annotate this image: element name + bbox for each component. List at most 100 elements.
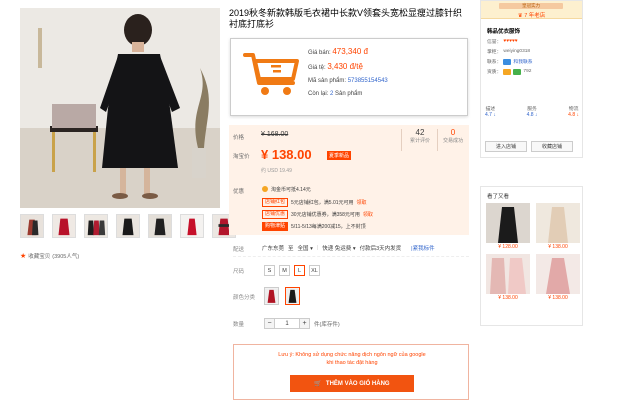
favorite-count: (3905人气)	[52, 254, 80, 260]
enter-shop-button[interactable]: 进入店铺	[485, 141, 527, 152]
thumbnail-4[interactable]	[116, 214, 140, 238]
reviews-label: 累计评价	[409, 138, 430, 144]
increment-button[interactable]: +	[299, 318, 310, 329]
score-description: 描述 4.7 ↓	[485, 105, 496, 118]
notice-line-2: khi thao tác đặt hàng	[326, 360, 378, 366]
size-option-s[interactable]: S	[264, 265, 275, 276]
add-to-cart-button[interactable]: 🛒 THÊM VÀO GIỎ HÀNG	[290, 375, 414, 392]
color-swatch-2[interactable]	[285, 287, 300, 305]
claim-link[interactable]: 领取	[357, 199, 367, 206]
ship-promise: 付款后3天内发货	[359, 246, 402, 252]
score-service: 服务 4.8 ↓	[527, 105, 538, 118]
row-label: 信誉：	[487, 40, 502, 45]
size-option-l[interactable]: L	[294, 265, 305, 276]
score-value: 4.8 ↓	[526, 112, 538, 118]
promo-label: 优惠	[233, 189, 245, 195]
reviews-stat[interactable]: 42 累计评价	[405, 128, 435, 144]
related-image	[486, 203, 530, 243]
promo-tag: 店铺红包	[262, 197, 289, 207]
promo-row-3: 购物津贴 5/11-5/13每满200减15，上不封顶	[262, 221, 366, 231]
related-panel: 看了又看 ¥ 128.00 ¥ 138.00 ¥ 138.00 ¥ 138.00	[480, 186, 583, 326]
ship-to-prefix: 至	[288, 246, 294, 252]
related-item[interactable]: ¥ 138.00	[486, 254, 530, 301]
promo-tag: 店铺优惠	[262, 209, 289, 219]
vn-info-box: Giá bán: 473,340 đ Giá tệ: 3,430 đ/tệ Mã…	[230, 38, 468, 116]
thumbnail-5[interactable]	[148, 214, 172, 238]
favorite-label: 收藏宝贝	[28, 254, 51, 260]
score-value: 4.7 ↓	[485, 112, 496, 118]
divider	[401, 129, 402, 151]
quantity-stepper: − 1 + 件(库存件)	[264, 318, 340, 329]
divider	[437, 129, 438, 151]
favorite-item[interactable]: ★ 收藏宝贝 (3905人气)	[20, 252, 79, 260]
price-label: Giá bán:	[308, 50, 331, 56]
related-item[interactable]: ¥ 128.00	[486, 203, 530, 250]
size-option-m[interactable]: M	[279, 265, 290, 276]
promo-text: 5/11-5/13每满200减15，上不封顶	[291, 223, 366, 230]
stock-label: Còn lại:	[308, 91, 329, 97]
related-price: ¥ 128.00	[498, 244, 518, 250]
price-panel: 价格 ¥ 168.00 淘宝价 ¥ 138.00 夏季新品 约 USD 19.4…	[229, 125, 469, 181]
ship-flag[interactable]: |紧我标件	[411, 244, 434, 252]
license-icon	[503, 68, 512, 75]
thumbnail-1[interactable]	[20, 214, 44, 238]
thumbnail-2[interactable]	[52, 214, 76, 238]
stock-count: 2	[330, 91, 334, 97]
stock-note: 件(库存件)	[314, 321, 340, 328]
size-label: 尺码	[233, 269, 245, 275]
ship-to: 全国	[297, 246, 309, 252]
score-logistics: 物流 4.8 ↓	[568, 105, 579, 118]
score-label: 描述	[485, 107, 496, 112]
shop-name[interactable]: 韩品优衣服饰	[487, 27, 520, 35]
thumbnail-3[interactable]	[84, 214, 108, 238]
size-option-xl[interactable]: XL	[309, 265, 320, 276]
shop-buttons: 进入店铺 收藏店铺	[485, 141, 573, 152]
usd-price: 约 USD 19.49	[261, 168, 292, 174]
cart-logo-icon	[243, 53, 299, 95]
chat-icon[interactable]	[503, 58, 512, 65]
code-label: Mã sản phẩm:	[308, 78, 347, 84]
thumbnail-6[interactable]	[180, 214, 204, 238]
claim-link[interactable]: 领取	[363, 211, 373, 218]
shipping-row: 广东东莞 至 全国 ▾ | 快递 免运费 ▾ 付款后3天内发货 |紧我标件	[262, 244, 435, 252]
shop-panel: 皇冠实力 ♛ 7 年老店 韩品优衣服饰 信誉： ♥♥♥♥♥ 掌柜： weiying0…	[480, 0, 583, 158]
code-value: 573855154543	[347, 78, 388, 84]
notice-line-1: Lưu ý: Không sử dụng chức năng dịch ngôn…	[278, 352, 426, 358]
stock-unit: Sản phẩm	[335, 91, 363, 97]
promo-price-label: 淘宝价	[233, 154, 250, 160]
original-price: ¥ 168.00	[261, 131, 289, 138]
coin-row: 淘金币可抵4.14元	[262, 184, 311, 194]
related-item[interactable]: ¥ 138.00	[536, 254, 580, 301]
score-value: 4.8 ↓	[568, 112, 579, 118]
score-label: 物流	[568, 107, 579, 112]
decrement-button[interactable]: −	[264, 318, 275, 329]
promo-text: 30元店铺优惠券，满358元可用	[291, 211, 360, 218]
color-swatch-1[interactable]	[264, 287, 279, 305]
favorite-shop-button[interactable]: 收藏店铺	[531, 141, 573, 152]
promo-row-1: 店铺红包 5元店铺红包，满5.01元可用 领取	[262, 197, 367, 207]
promo-panel: 优惠 淘金币可抵4.14元 店铺红包 5元店铺红包，满5.01元可用 领取 店铺…	[229, 181, 469, 235]
ship-to-select[interactable]: 全国 ▾	[298, 244, 313, 252]
chevron-down-icon: ▾	[310, 246, 313, 252]
row-label: 掌柜：	[487, 50, 502, 55]
ship-method[interactable]: 快递 免运费 ▾	[322, 244, 355, 252]
quantity-input[interactable]: 1	[275, 318, 299, 329]
star-icon: ★	[20, 253, 27, 260]
main-product-image[interactable]	[20, 8, 220, 208]
chevron-down-icon: ▾	[352, 246, 356, 252]
related-item[interactable]: ¥ 138.00	[536, 203, 580, 250]
color-swatches	[264, 287, 300, 305]
score-label: 服务	[527, 107, 537, 112]
info-lines: Giá bán: 473,340 đ Giá tệ: 3,430 đ/tệ Mã…	[308, 45, 388, 101]
shop-credit-row: 信誉： ♥♥♥♥♥	[487, 38, 533, 45]
contact-link[interactable]: 和我联系	[513, 58, 532, 65]
shop-years-text: 7 年老店	[524, 13, 546, 19]
sold-stat: 0 交易成功	[439, 128, 467, 144]
related-image	[536, 254, 580, 294]
related-price: ¥ 138.00	[498, 295, 518, 301]
notice-box: Lưu ý: Không sử dụng chức năng dịch ngôn…	[233, 344, 469, 400]
divider	[233, 256, 469, 257]
shop-qual-row: 资质： 792	[487, 68, 533, 75]
owner-name[interactable]: weiying0318	[503, 49, 530, 54]
thumbnail-strip	[20, 214, 236, 238]
